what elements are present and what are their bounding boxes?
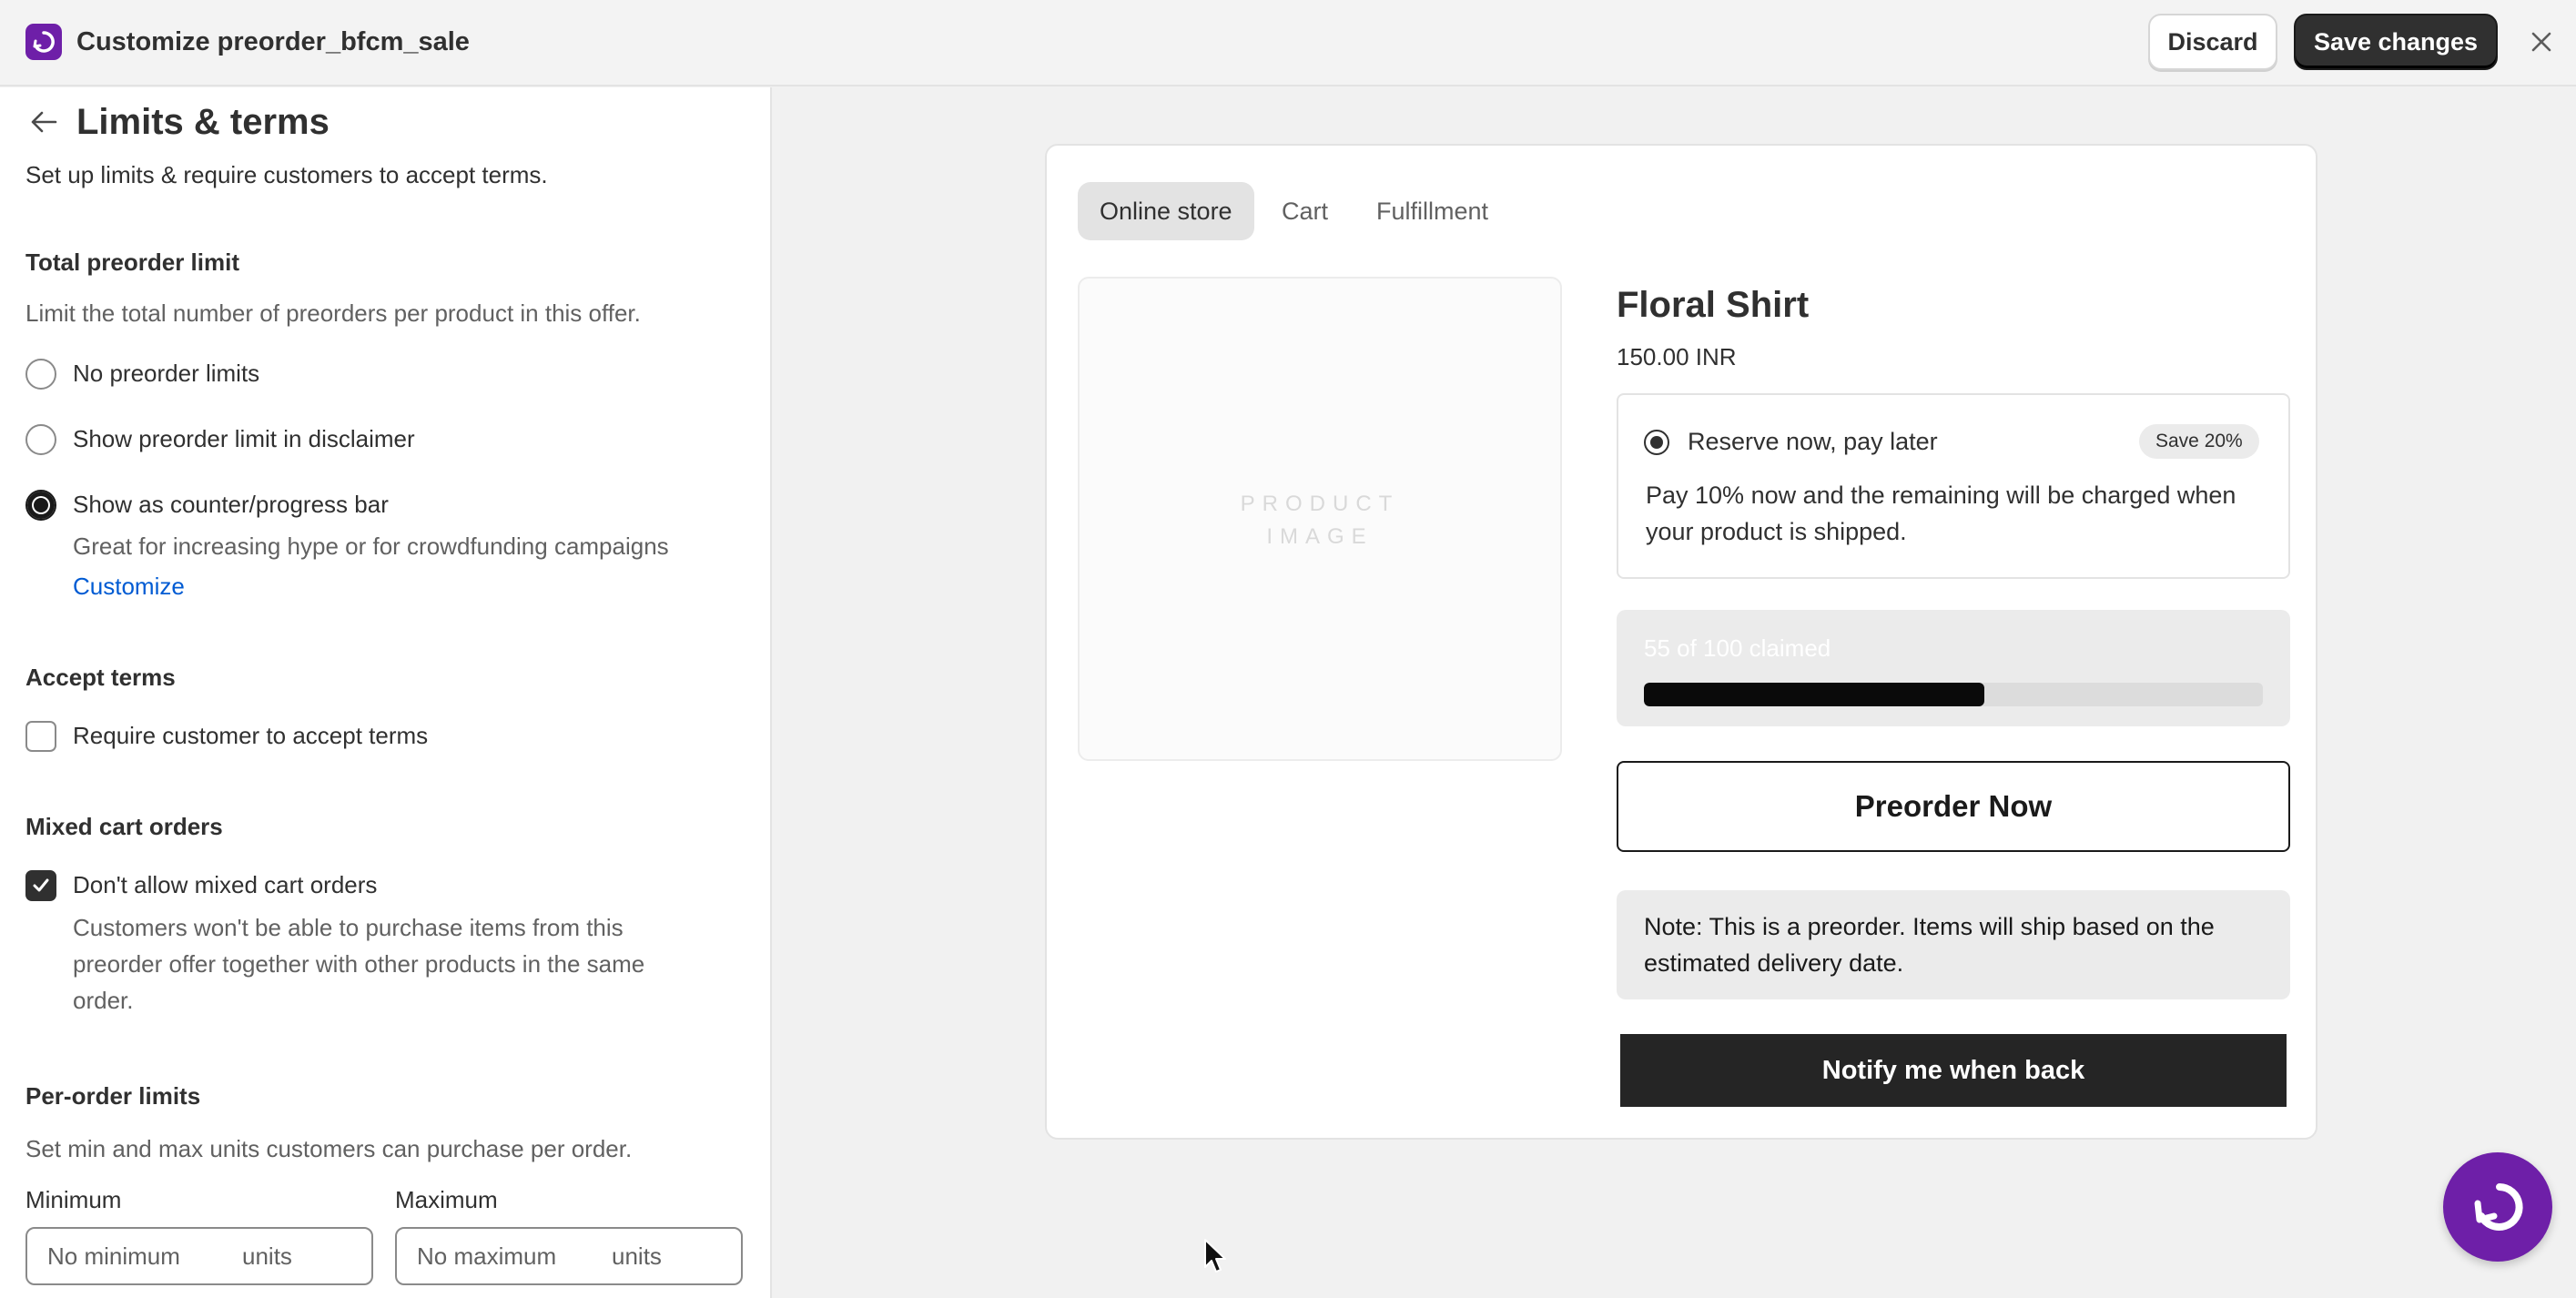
minimum-input[interactable]: No minimum units <box>25 1227 373 1285</box>
plan-label: Reserve now, pay later <box>1688 428 1938 455</box>
mixed-cart-checkbox[interactable] <box>25 870 56 901</box>
app-launcher-icon[interactable] <box>2443 1152 2552 1262</box>
note-text: Note: This is a preorder. Items will shi… <box>1644 913 2215 977</box>
product-image-text: PRODUCT IMAGE <box>1240 492 1400 549</box>
mixed-cart-help-line2: preorder offer together with other produ… <box>73 950 645 978</box>
preorder-now-button[interactable]: Preorder Now <box>1617 761 2290 852</box>
save-changes-button[interactable]: Save changes <box>2294 14 2498 70</box>
preorder-progress: 55 of 100 claimed <box>1617 610 2290 726</box>
mixed-cart-help-line1: Customers won't be able to purchase item… <box>73 914 624 941</box>
panel-title: Limits & terms <box>76 102 330 142</box>
radio-no-limits-label[interactable]: No preorder limits <box>73 359 259 388</box>
radio-counter-progress[interactable] <box>25 490 56 521</box>
total-limit-description: Limit the total number of preorders per … <box>25 299 641 327</box>
radio-counter-progress-label[interactable]: Show as counter/progress bar <box>73 490 389 519</box>
back-arrow-icon[interactable] <box>27 106 60 138</box>
plan-description: Pay 10% now and the remaining will be ch… <box>1646 482 2236 545</box>
save-badge: Save 20% <box>2139 424 2259 459</box>
mixed-cart-heading: Mixed cart orders <box>25 813 223 840</box>
tab-online-store[interactable]: Online store <box>1078 182 1254 240</box>
product-image-placeholder: PRODUCT IMAGE <box>1078 277 1562 761</box>
notify-me-button[interactable]: Notify me when back <box>1620 1034 2287 1107</box>
page-title: Customize preorder_bfcm_sale <box>76 27 470 56</box>
mouse-cursor-icon <box>1203 1238 1227 1274</box>
progress-track <box>1644 683 2263 706</box>
panel-subtitle: Set up limits & require customers to acc… <box>25 161 548 188</box>
preview-card: Online store Cart Fulfillment PRODUCT IM… <box>1045 144 2317 1140</box>
per-order-heading: Per-order limits <box>25 1082 201 1110</box>
top-bar: Customize preorder_bfcm_sale Discard Sav… <box>0 0 2576 86</box>
accept-terms-heading: Accept terms <box>25 664 176 691</box>
mixed-cart-help-line3: order. <box>73 987 134 1014</box>
radio-no-limits[interactable] <box>25 359 56 390</box>
app-logo-icon <box>25 24 62 60</box>
plan-radio[interactable] <box>1644 430 1669 455</box>
counter-help-text: Great for increasing hype or for crowdfu… <box>73 532 669 560</box>
minimum-placeholder: No minimum <box>47 1242 180 1270</box>
close-icon[interactable] <box>2525 24 2558 60</box>
maximum-placeholder: No maximum <box>417 1242 557 1270</box>
checkmark-icon <box>33 878 49 892</box>
discard-button[interactable]: Discard <box>2148 14 2277 70</box>
maximum-input[interactable]: No maximum units <box>395 1227 743 1285</box>
radio-limit-disclaimer[interactable] <box>25 424 56 455</box>
tab-cart[interactable]: Cart <box>1282 182 1328 240</box>
payment-plan-option[interactable]: Reserve now, pay later Save 20% Pay 10% … <box>1617 393 2290 579</box>
maximum-unit-suffix: units <box>612 1242 662 1270</box>
tab-fulfillment[interactable]: Fulfillment <box>1376 182 1488 240</box>
progress-text: 55 of 100 claimed <box>1644 634 1831 662</box>
total-limit-heading: Total preorder limit <box>25 248 239 276</box>
minimum-unit-suffix: units <box>242 1242 292 1270</box>
accept-terms-label[interactable]: Require customer to accept terms <box>73 721 428 750</box>
mixed-cart-label[interactable]: Don't allow mixed cart orders <box>73 870 377 899</box>
settings-panel: Limits & terms Set up limits & require c… <box>0 87 772 1298</box>
accept-terms-checkbox[interactable] <box>25 721 56 752</box>
radio-limit-disclaimer-label[interactable]: Show preorder limit in disclaimer <box>73 424 415 453</box>
preorder-note: Note: This is a preorder. Items will shi… <box>1617 890 2290 999</box>
product-title: Floral Shirt <box>1617 285 1810 325</box>
customize-link[interactable]: Customize <box>73 572 185 601</box>
progress-fill <box>1644 683 1984 706</box>
minimum-label: Minimum <box>25 1186 122 1213</box>
per-order-description: Set min and max units customers can purc… <box>25 1135 633 1162</box>
product-price: 150.00 INR <box>1617 343 1737 370</box>
maximum-label: Maximum <box>395 1186 498 1213</box>
